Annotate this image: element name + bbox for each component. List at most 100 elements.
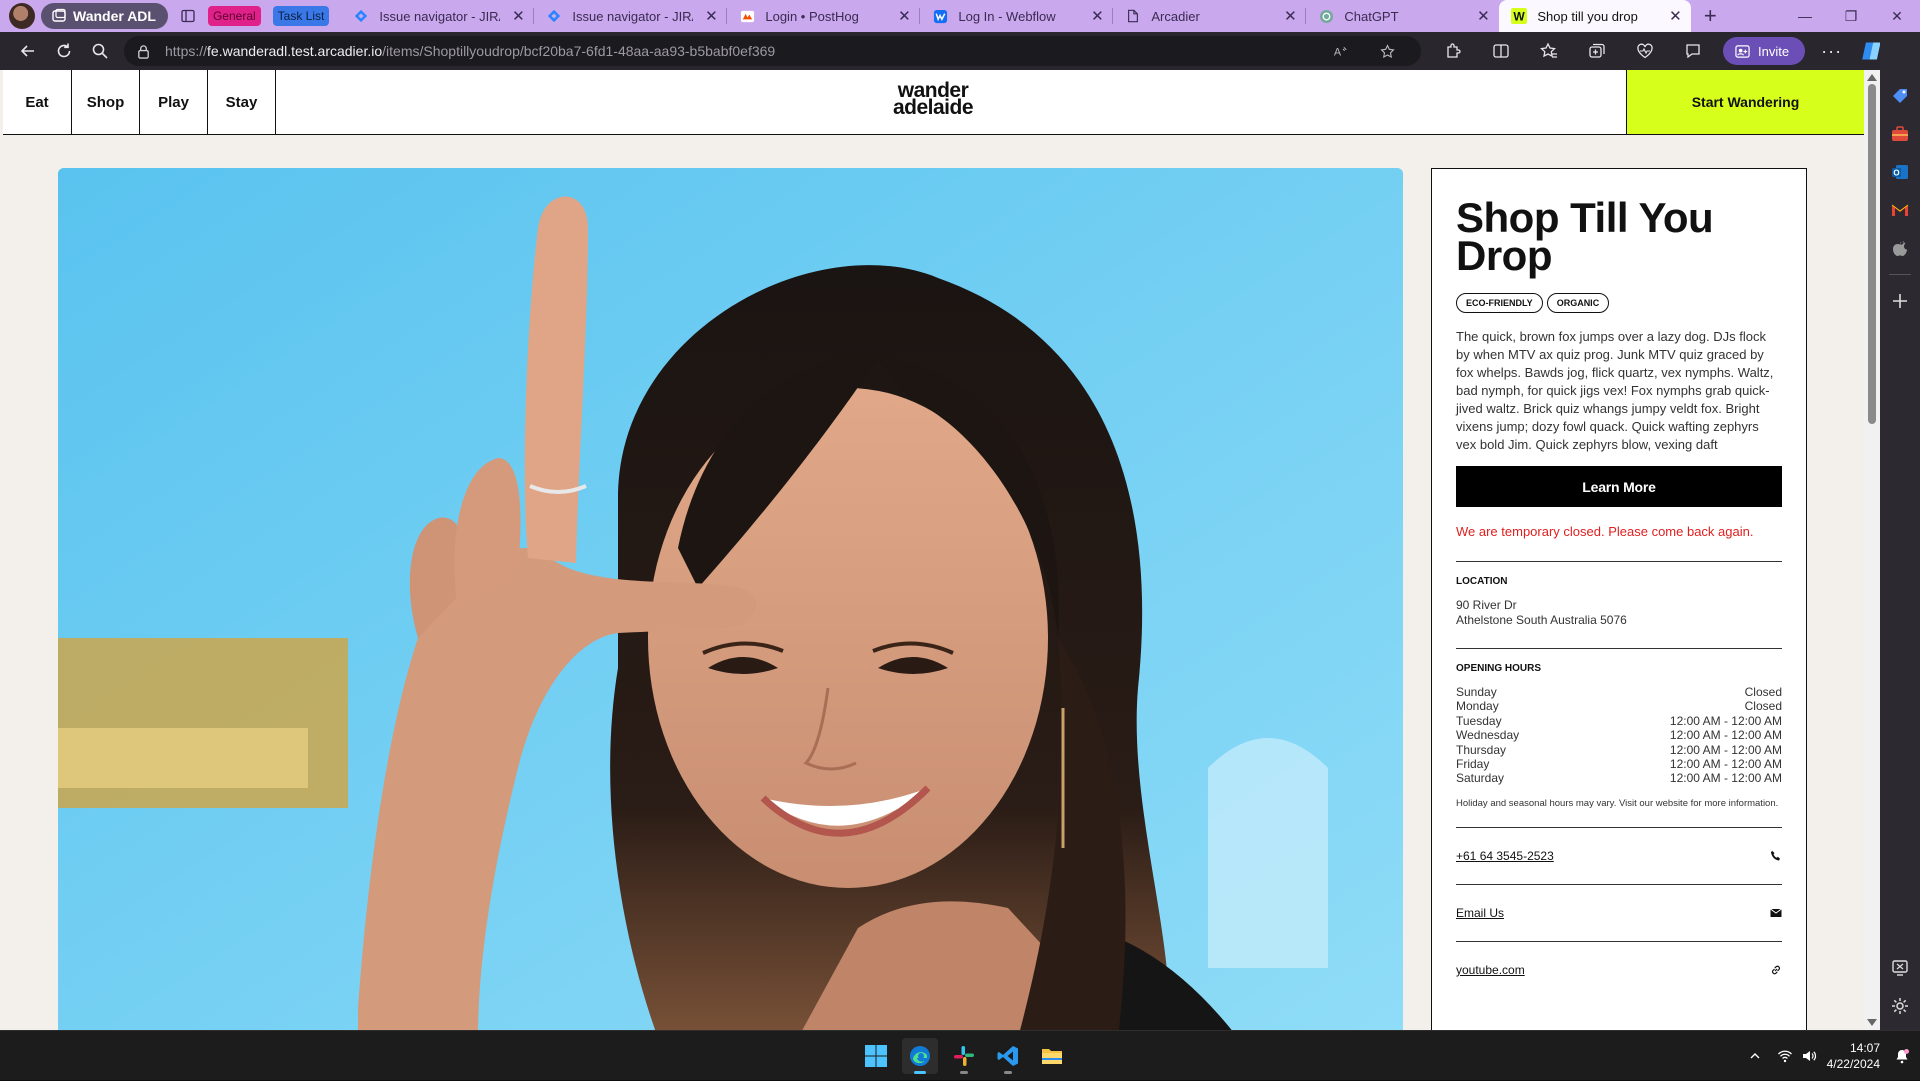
clock[interactable]: 14:07 4/22/2024 bbox=[1827, 1040, 1880, 1072]
tab-title: Shop till you drop bbox=[1537, 8, 1638, 24]
email-row[interactable]: Email Us bbox=[1456, 883, 1782, 941]
tab-posthog[interactable]: Login • PostHog ✕ bbox=[727, 0, 921, 32]
sidebar-add-button[interactable] bbox=[1888, 289, 1912, 313]
jira-icon bbox=[546, 8, 562, 24]
sidebar-outlook-button[interactable]: O bbox=[1888, 160, 1912, 184]
hours-day: Saturday bbox=[1456, 771, 1505, 786]
restore-icon[interactable]: ❐ bbox=[1828, 0, 1874, 32]
email-link[interactable]: Email Us bbox=[1456, 906, 1504, 920]
sidebar-apple-button[interactable] bbox=[1888, 236, 1912, 260]
taskbar-slack[interactable] bbox=[946, 1038, 982, 1074]
listing-hero-image bbox=[58, 168, 1403, 1030]
close-tab-icon[interactable]: ✕ bbox=[896, 7, 912, 25]
favorite-star-icon[interactable] bbox=[1380, 43, 1395, 59]
sidebar-tools-button[interactable] bbox=[1888, 122, 1912, 146]
minimize-icon[interactable]: — bbox=[1782, 0, 1828, 32]
volume-icon[interactable] bbox=[1801, 1048, 1817, 1064]
apple-icon bbox=[1893, 241, 1907, 256]
taskbar-edge[interactable] bbox=[902, 1038, 938, 1074]
read-aloud-icon[interactable]: A bbox=[1333, 44, 1348, 59]
tab-jira-1[interactable]: Issue navigator - JIRA ✕ bbox=[341, 0, 535, 32]
more-options-icon[interactable]: ··· bbox=[1821, 41, 1842, 62]
svg-text:A: A bbox=[1334, 46, 1342, 58]
tab-jira-2[interactable]: Issue navigator - JIRA ✕ bbox=[534, 0, 728, 32]
url-host: fe.wanderadl.test.arcadier.io bbox=[207, 43, 383, 59]
browser-toolbar: https://fe.wanderadl.test.arcadier.io/it… bbox=[0, 32, 1920, 70]
notification-bell-icon[interactable] bbox=[1894, 1048, 1910, 1064]
logo-line-2: adelaide bbox=[892, 96, 974, 119]
scroll-up-icon[interactable] bbox=[1867, 74, 1877, 81]
nav-eat[interactable]: Eat bbox=[3, 70, 72, 134]
divider bbox=[1456, 561, 1782, 562]
phone-row[interactable]: +61 64 3545-2523 bbox=[1456, 826, 1782, 884]
search-button[interactable] bbox=[82, 35, 118, 67]
svg-text:O: O bbox=[1893, 169, 1899, 178]
collections-icon bbox=[1589, 43, 1605, 58]
close-tab-icon[interactable]: ✕ bbox=[1667, 7, 1683, 25]
extensions-button[interactable] bbox=[1431, 35, 1475, 67]
scroll-down-icon[interactable] bbox=[1867, 1019, 1877, 1026]
split-screen-icon bbox=[1493, 44, 1509, 58]
split-screen-button[interactable] bbox=[1479, 35, 1523, 67]
back-button[interactable] bbox=[10, 35, 46, 67]
chevron-up-icon[interactable] bbox=[1747, 1048, 1763, 1064]
windows-taskbar: 14:07 4/22/2024 bbox=[0, 1030, 1920, 1080]
workspace-button[interactable]: Wander ADL bbox=[41, 3, 168, 29]
tab-shop-till-you-drop[interactable]: W Shop till you drop ✕ bbox=[1499, 0, 1692, 32]
performance-button[interactable] bbox=[1623, 35, 1667, 67]
toolbox-icon bbox=[1892, 126, 1908, 141]
outlook-icon: O bbox=[1892, 165, 1908, 179]
listing-details-card: Shop Till You Drop ECO-FRIENDLY ORGANIC … bbox=[1431, 168, 1807, 1030]
heart-pulse-icon bbox=[1637, 43, 1653, 59]
wifi-icon[interactable] bbox=[1777, 1048, 1793, 1064]
sidebar-screenshot-button[interactable] bbox=[1888, 956, 1912, 980]
close-tab-icon[interactable]: ✕ bbox=[1475, 7, 1491, 25]
collections-button[interactable] bbox=[1575, 35, 1619, 67]
tab-group-general[interactable]: General bbox=[207, 6, 261, 26]
close-tab-icon[interactable]: ✕ bbox=[510, 7, 526, 25]
taskbar-file-explorer[interactable] bbox=[1034, 1038, 1070, 1074]
hours-row-monday: Monday Closed bbox=[1456, 699, 1782, 713]
close-tab-icon[interactable]: ✕ bbox=[1089, 7, 1105, 25]
nav-play[interactable]: Play bbox=[140, 70, 208, 134]
profile-avatar[interactable] bbox=[9, 3, 35, 29]
sidebar-tag-button[interactable] bbox=[1888, 84, 1912, 108]
close-tab-icon[interactable]: ✕ bbox=[1282, 7, 1298, 25]
portrait-photo bbox=[58, 168, 1403, 1030]
taskbar-vscode[interactable] bbox=[990, 1038, 1026, 1074]
start-button[interactable] bbox=[858, 1038, 894, 1074]
address-bar[interactable]: https://fe.wanderadl.test.arcadier.io/it… bbox=[124, 36, 1421, 66]
sidebar-settings-button[interactable] bbox=[1888, 994, 1912, 1018]
invite-button[interactable]: Invite bbox=[1723, 37, 1806, 65]
chat-button[interactable] bbox=[1671, 35, 1715, 67]
page-scrollbar[interactable] bbox=[1864, 70, 1880, 1030]
tab-arcadier[interactable]: Arcadier ✕ bbox=[1113, 0, 1307, 32]
tab-webflow[interactable]: Log In - Webflow ✕ bbox=[920, 0, 1114, 32]
learn-more-button[interactable]: Learn More bbox=[1456, 466, 1782, 507]
close-window-icon[interactable]: ✕ bbox=[1874, 0, 1920, 32]
tag-organic: ORGANIC bbox=[1546, 293, 1610, 313]
sidebar-gmail-button[interactable] bbox=[1888, 198, 1912, 222]
listing-title: Shop Till You Drop bbox=[1456, 194, 1714, 279]
start-wandering-button[interactable]: Start Wandering bbox=[1626, 70, 1864, 134]
nav-stay[interactable]: Stay bbox=[208, 70, 276, 134]
new-tab-button[interactable]: + bbox=[1691, 3, 1729, 29]
close-tab-icon[interactable]: ✕ bbox=[703, 7, 719, 25]
website-row[interactable]: youtube.com bbox=[1456, 940, 1782, 998]
site-logo[interactable]: wander adelaide bbox=[884, 80, 982, 119]
tab-actions-button[interactable] bbox=[168, 8, 208, 24]
nav-shop[interactable]: Shop bbox=[72, 70, 140, 134]
folder-icon bbox=[1042, 1049, 1062, 1064]
edge-icon bbox=[910, 1046, 930, 1066]
favorites-button[interactable] bbox=[1527, 35, 1571, 67]
sidebar-divider bbox=[1889, 274, 1911, 275]
phone-link[interactable]: +61 64 3545-2523 bbox=[1456, 849, 1554, 863]
plus-icon bbox=[1893, 294, 1907, 308]
scrollbar-thumb[interactable] bbox=[1868, 84, 1876, 424]
tab-chatgpt[interactable]: ChatGPT ✕ bbox=[1306, 0, 1499, 32]
site-header: Eat Shop Play Stay wander adelaide Start… bbox=[3, 70, 1864, 135]
website-link[interactable]: youtube.com bbox=[1456, 963, 1525, 977]
refresh-button[interactable] bbox=[46, 35, 82, 67]
tab-group-task-list[interactable]: Task List bbox=[272, 6, 330, 26]
invite-people-icon bbox=[1735, 44, 1750, 58]
